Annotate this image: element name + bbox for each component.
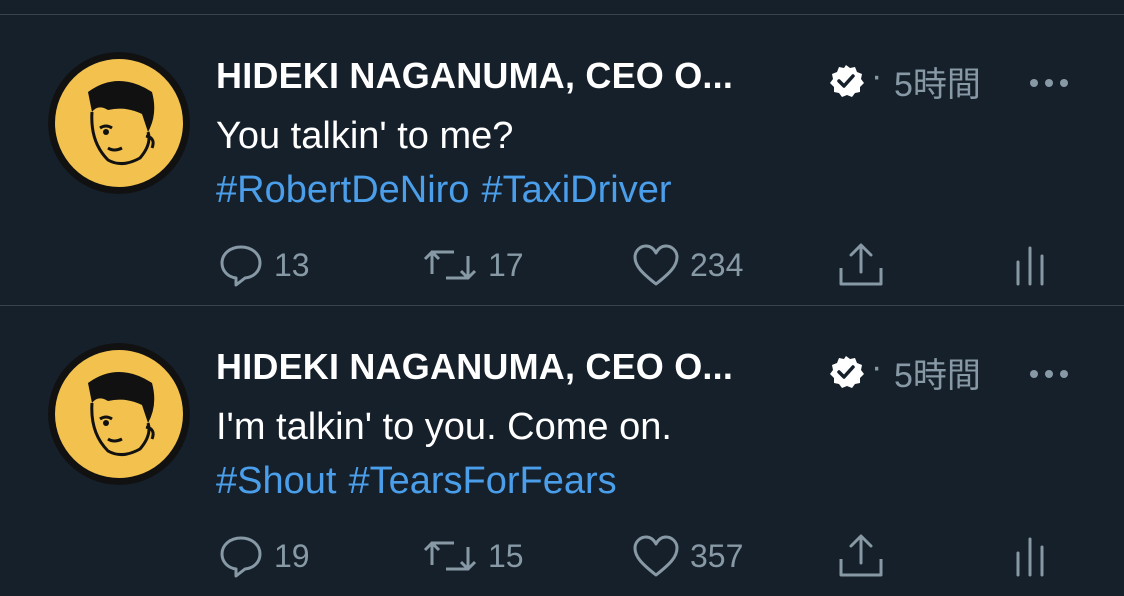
separator-dot: · xyxy=(871,57,883,95)
retweet-count: 15 xyxy=(488,537,524,574)
like-icon xyxy=(633,535,679,577)
reply-count: 13 xyxy=(274,246,310,283)
hashtag-link[interactable]: #TaxiDriver xyxy=(481,169,671,211)
share-button[interactable] xyxy=(836,526,886,586)
more-icon[interactable] xyxy=(1028,368,1070,380)
reply-button[interactable]: 19 xyxy=(218,526,310,586)
timestamp[interactable]: 5時間 xyxy=(894,348,981,397)
hashtag-link[interactable]: #RobertDeNiro xyxy=(216,169,469,211)
like-count: 357 xyxy=(690,537,744,574)
tweet-header: HIDEKI NAGANUMA, CEO O... · 5時間 xyxy=(216,47,1096,107)
verified-badge-icon xyxy=(830,65,864,97)
author-name[interactable]: HIDEKI NAGANUMA, CEO O... xyxy=(216,55,733,97)
reply-count: 19 xyxy=(274,537,310,574)
tweet[interactable]: HIDEKI NAGANUMA, CEO O... · 5時間 You talk… xyxy=(0,15,1124,305)
share-button[interactable] xyxy=(836,235,886,295)
analytics-icon xyxy=(1016,246,1044,286)
tweet-actions: 19 15 357 xyxy=(0,526,1124,586)
analytics-icon xyxy=(1016,537,1044,577)
separator-dot: · xyxy=(871,348,883,386)
tweet-text: I'm talkin' to you. Come on. xyxy=(216,406,672,448)
like-button[interactable]: 357 xyxy=(632,526,743,586)
hashtag-line: #Shout #TearsForFears xyxy=(216,460,629,503)
avatar[interactable] xyxy=(48,52,190,194)
retweet-button[interactable]: 15 xyxy=(422,526,524,586)
analytics-button[interactable] xyxy=(1012,235,1048,295)
reply-icon xyxy=(220,245,262,287)
retweet-button[interactable]: 17 xyxy=(422,235,524,295)
share-icon xyxy=(839,243,883,286)
avatar[interactable] xyxy=(48,343,190,485)
hashtag-link[interactable]: #TearsForFears xyxy=(348,460,616,502)
hashtag-line: #RobertDeNiro #TaxiDriver xyxy=(216,169,684,212)
tweet-header: HIDEKI NAGANUMA, CEO O... · 5時間 xyxy=(216,338,1096,398)
verified-badge-icon xyxy=(830,356,864,388)
author-name[interactable]: HIDEKI NAGANUMA, CEO O... xyxy=(216,346,733,388)
hashtag-link[interactable]: #Shout xyxy=(216,460,336,502)
like-count: 234 xyxy=(690,246,744,283)
retweet-icon xyxy=(423,250,477,280)
analytics-button[interactable] xyxy=(1012,526,1048,586)
retweet-icon xyxy=(423,541,477,571)
retweet-count: 17 xyxy=(488,246,524,283)
tweet-actions: 13 17 234 xyxy=(0,235,1124,295)
like-button[interactable]: 234 xyxy=(632,235,743,295)
timestamp[interactable]: 5時間 xyxy=(894,57,981,106)
reply-button[interactable]: 13 xyxy=(218,235,310,295)
like-icon xyxy=(633,244,679,286)
reply-icon xyxy=(220,536,262,578)
tweet[interactable]: HIDEKI NAGANUMA, CEO O... · 5時間 I'm talk… xyxy=(0,306,1124,596)
tweet-text: You talkin' to me? xyxy=(216,115,514,157)
share-icon xyxy=(839,534,883,577)
more-icon[interactable] xyxy=(1028,77,1070,89)
